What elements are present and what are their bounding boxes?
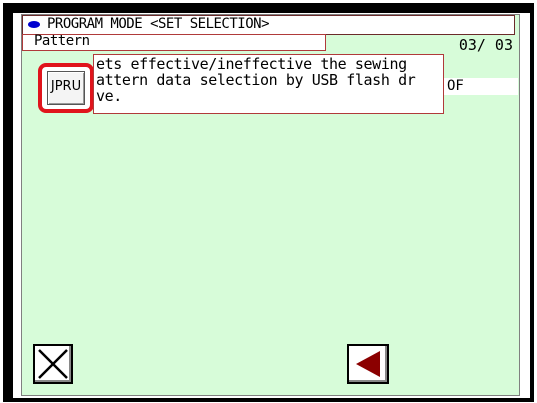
close-icon (38, 349, 68, 379)
jpru-setting-button[interactable]: JPRU (47, 71, 85, 105)
pattern-label: Pattern (34, 33, 90, 49)
triangle-left-icon (356, 351, 380, 377)
page-indicator: 03/ 03 (458, 36, 513, 54)
selected-item-highlight: JPRU (38, 63, 94, 113)
description-line-2: attern data selection by USB flash dr (96, 71, 416, 89)
screen-title: PROGRAM MODE <SET SELECTION> (47, 16, 270, 32)
setting-value: OF (447, 78, 464, 94)
description-line-3: ve. (96, 87, 122, 105)
panel-screen: PROGRAM MODE <SET SELECTION> Pattern 03/… (21, 14, 520, 396)
setting-value-field[interactable]: OF (444, 78, 518, 95)
back-button[interactable] (347, 344, 389, 384)
cancel-button[interactable] (33, 344, 73, 384)
setting-item-row: JPRU ets effective/ineffective the sewin… (28, 53, 518, 117)
setting-description: ets effective/ineffective the sewing att… (93, 54, 444, 114)
mode-indicator-icon (28, 21, 40, 28)
title-bar: PROGRAM MODE <SET SELECTION> (22, 15, 515, 35)
description-line-1: ets effective/ineffective the sewing (96, 55, 407, 73)
pattern-label-bar: Pattern (22, 33, 326, 51)
